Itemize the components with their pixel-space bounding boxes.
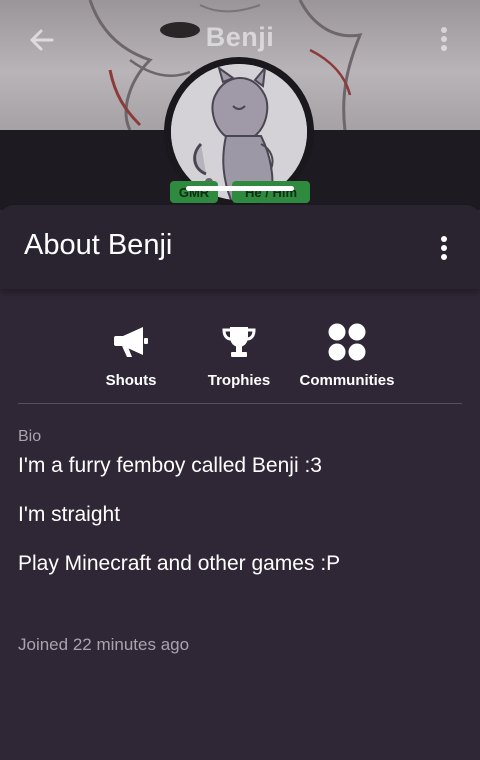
sheet-title: About Benji [24, 229, 173, 261]
megaphone-icon [114, 327, 148, 357]
profile-screen: Benji GMR He / Him About Benji Shouts Tr… [0, 0, 480, 760]
header-title: Benji [205, 22, 275, 52]
pronoun-badge: He / Him [232, 181, 310, 203]
more-vertical-icon [441, 27, 447, 51]
divider [18, 403, 462, 404]
avatar-artwork [171, 64, 307, 200]
profile-tags: GMR He / Him [0, 181, 480, 203]
sheet-header: About Benji [0, 205, 480, 289]
tab-communities[interactable]: Communities [292, 322, 402, 389]
sheet-drag-handle[interactable] [186, 186, 294, 191]
sheet-more-button[interactable] [430, 231, 458, 265]
tab-communities-label: Communities [299, 372, 395, 389]
bio-line: I'm a furry femboy called Benji :3 [18, 454, 322, 477]
tab-trophies[interactable]: Trophies [184, 322, 294, 389]
level-badge: GMR [170, 181, 218, 203]
profile-tabs: Shouts Trophies Communities [0, 322, 480, 392]
avatar-image [171, 64, 307, 200]
about-sheet: About Benji Shouts Trophies Communities … [0, 205, 480, 760]
communities-icon [328, 323, 366, 361]
tab-shouts[interactable]: Shouts [76, 322, 186, 389]
tab-trophies-label: Trophies [207, 372, 271, 389]
tab-shouts-label: Shouts [105, 372, 157, 389]
bio-label: Bio [18, 428, 42, 445]
joined-date: Joined 22 minutes ago [18, 635, 190, 654]
header-more-button[interactable] [430, 22, 458, 56]
trophy-icon [222, 327, 256, 357]
bio-line: I'm straight [18, 503, 121, 526]
more-vertical-icon [441, 236, 447, 260]
bio-line: Play Minecraft and other games :P [18, 552, 341, 575]
